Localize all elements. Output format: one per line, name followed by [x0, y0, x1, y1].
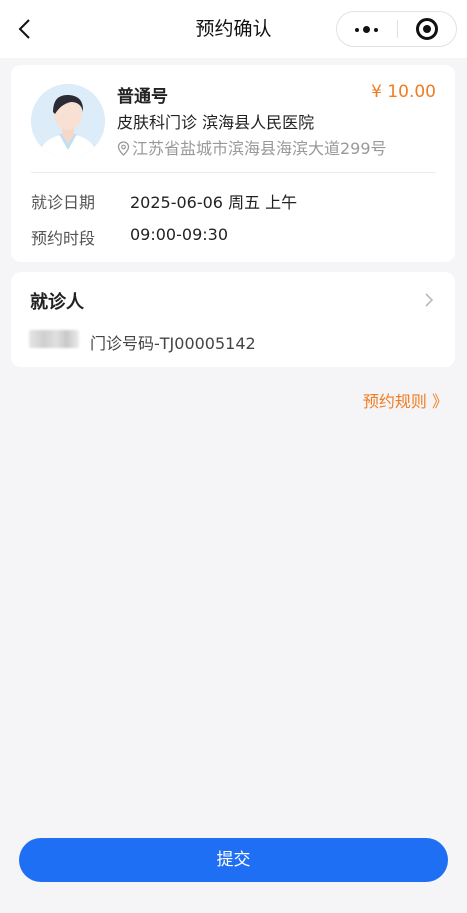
patient-card[interactable]: 就诊人 门诊号码-TJ00005142 [11, 272, 455, 367]
doctor-name: 普通号 [117, 87, 168, 107]
address-text: 江苏省盐城市滨海县海滨大道299号 [132, 139, 387, 158]
appointment-info-card: 普通号 ¥ 10.00 皮肤科门诊 滨海县人民医院 江苏省盐城市滨海县海滨大道2… [11, 65, 455, 262]
date-label: 就诊日期 [31, 193, 96, 212]
hospital-address: 江苏省盐城市滨海县海滨大道299号 [117, 135, 387, 159]
patient-name-blurred [29, 330, 79, 348]
time-slot-value: 09:00-09:30 [130, 225, 228, 244]
appointment-rules-link[interactable]: 预约规则 》 [363, 388, 448, 412]
mini-program-capsule [336, 11, 457, 47]
card-divider [31, 172, 436, 173]
top-navigation-bar: 预约确认 [0, 0, 467, 58]
department-hospital: 皮肤科门诊 滨海县人民医院 [117, 113, 315, 132]
chevron-right-icon[interactable] [423, 292, 435, 308]
submit-button[interactable]: 提交 [19, 838, 448, 882]
location-pin-icon [117, 141, 130, 156]
patient-title: 就诊人 [30, 292, 84, 313]
doctor-avatar-icon [31, 84, 105, 158]
date-value: 2025-06-06 周五 上午 [130, 193, 298, 212]
registration-price: ¥ 10.00 [371, 82, 436, 102]
clinic-number: 门诊号码-TJ00005142 [90, 334, 256, 353]
time-slot-label: 预约时段 [31, 229, 96, 248]
close-target-icon[interactable] [398, 12, 456, 46]
more-dots-icon[interactable] [337, 12, 397, 46]
